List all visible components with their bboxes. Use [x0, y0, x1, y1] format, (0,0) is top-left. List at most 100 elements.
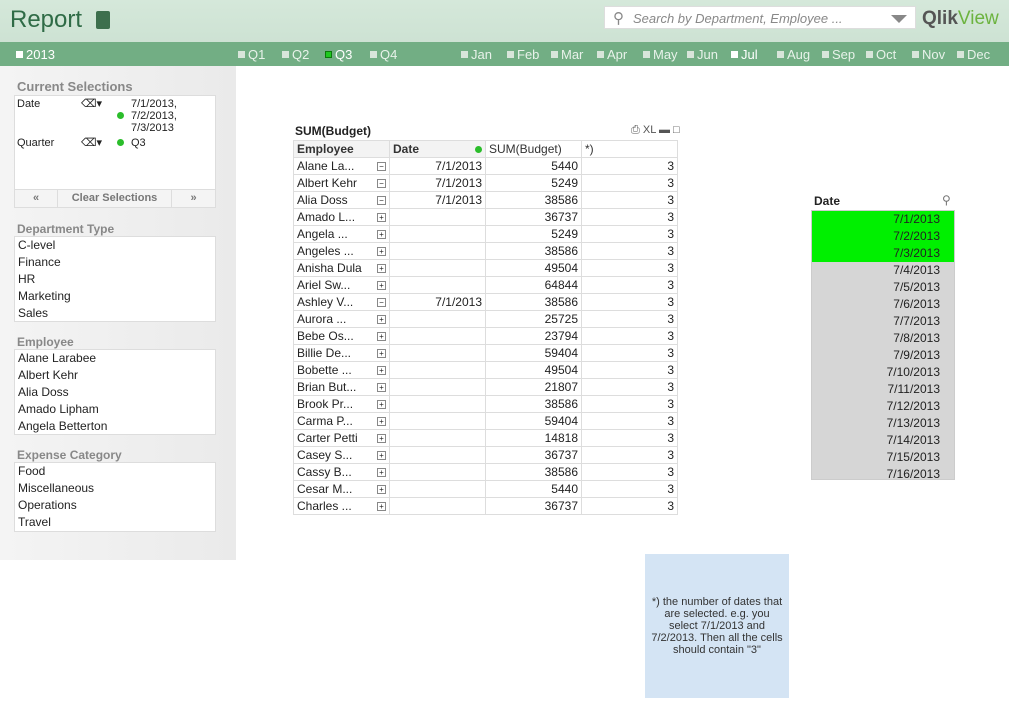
search-icon[interactable]: ⚲	[942, 193, 951, 207]
quarter-q1[interactable]: Q1	[238, 47, 265, 62]
expand-icon[interactable]: +	[377, 417, 386, 426]
date-list-item[interactable]: 7/11/2013	[812, 381, 954, 398]
list-item[interactable]: Food	[15, 463, 215, 480]
expand-icon[interactable]: +	[377, 434, 386, 443]
employee-cell: Brook Pr... +	[293, 395, 390, 413]
budget-cell: 38586	[485, 242, 582, 260]
count-cell: 3	[581, 344, 678, 362]
date-list-item[interactable]: 7/13/2013	[812, 415, 954, 432]
date-list-item[interactable]: 7/12/2013	[812, 398, 954, 415]
list-item[interactable]: HR	[15, 271, 215, 288]
month-jul[interactable]: Jul	[731, 47, 758, 62]
collapse-icon[interactable]: −	[377, 196, 386, 205]
next-button[interactable]: »	[172, 190, 215, 207]
column-header[interactable]: SUM(Budget)	[485, 140, 582, 158]
list-item[interactable]: Amado Lipham	[15, 401, 215, 418]
quarter-q3[interactable]: Q3	[325, 47, 352, 62]
list-item[interactable]: Marketing	[15, 288, 215, 305]
month-nov[interactable]: Nov	[912, 47, 945, 62]
expand-icon[interactable]: +	[377, 213, 386, 222]
list-item[interactable]: Alia Doss	[15, 384, 215, 401]
date-list-item[interactable]: 7/15/2013	[812, 449, 954, 466]
list-item[interactable]: Albert Kehr	[15, 367, 215, 384]
quarter-q2[interactable]: Q2	[282, 47, 309, 62]
eraser-icon[interactable]: ⌫▾	[81, 97, 102, 110]
month-aug[interactable]: Aug	[777, 47, 810, 62]
month-jun[interactable]: Jun	[687, 47, 718, 62]
dropdown-arrow-icon[interactable]	[891, 15, 907, 23]
count-cell: 3	[581, 480, 678, 498]
date-list-item[interactable]: 7/6/2013	[812, 296, 954, 313]
date-list-item[interactable]: 7/16/2013	[812, 466, 954, 479]
expand-icon[interactable]: +	[377, 281, 386, 290]
expense-category-title: Expense Category	[17, 448, 122, 462]
minimize-icon[interactable]: ▬	[659, 124, 670, 136]
employee-cell: Alane La... −	[293, 157, 390, 175]
excel-export-button[interactable]: XL	[643, 124, 656, 136]
date-list-item[interactable]: 7/14/2013	[812, 432, 954, 449]
budget-cell: 36737	[485, 208, 582, 226]
list-item[interactable]: Angela Betterton	[15, 418, 215, 435]
month-feb[interactable]: Feb	[507, 47, 539, 62]
expand-icon[interactable]: +	[377, 485, 386, 494]
month-sep[interactable]: Sep	[822, 47, 855, 62]
date-cell	[389, 446, 486, 464]
date-list-item[interactable]: 7/9/2013	[812, 347, 954, 364]
month-may[interactable]: May	[643, 47, 678, 62]
budget-cell: 49504	[485, 259, 582, 277]
table-row: Aurora ... + 25725 3	[293, 310, 678, 328]
expand-icon[interactable]: +	[377, 400, 386, 409]
date-list-item[interactable]: 7/7/2013	[812, 313, 954, 330]
expand-icon[interactable]: +	[377, 332, 386, 341]
date-list-item[interactable]: 7/4/2013	[812, 262, 954, 279]
expand-icon[interactable]: +	[377, 502, 386, 511]
budget-cell: 14818	[485, 429, 582, 447]
expand-icon[interactable]: +	[377, 264, 386, 273]
column-header[interactable]: Employee	[293, 140, 390, 158]
table-row: Cassy B... + 38586 3	[293, 463, 678, 481]
count-cell: 3	[581, 225, 678, 243]
month-apr[interactable]: Apr	[597, 47, 627, 62]
date-list-item[interactable]: 7/3/2013	[812, 245, 954, 262]
month-oct[interactable]: Oct	[866, 47, 896, 62]
date-cell	[389, 395, 486, 413]
list-item[interactable]: Finance	[15, 254, 215, 271]
year-2013[interactable]: 2013	[16, 47, 55, 62]
list-item[interactable]: C-level	[15, 237, 215, 254]
search-input[interactable]: ⚲ Search by Department, Employee ...	[604, 6, 916, 29]
collapse-icon[interactable]: −	[377, 179, 386, 188]
column-header[interactable]: *)	[581, 140, 678, 158]
date-list-item[interactable]: 7/2/2013	[812, 228, 954, 245]
collapse-icon[interactable]: −	[377, 298, 386, 307]
quarter-q4[interactable]: Q4	[370, 47, 397, 62]
expand-icon[interactable]: +	[377, 315, 386, 324]
eraser-icon[interactable]: ⌫▾	[81, 136, 102, 149]
prev-button[interactable]: «	[15, 190, 58, 207]
list-item[interactable]: Miscellaneous	[15, 480, 215, 497]
date-list-item[interactable]: 7/1/2013	[812, 211, 954, 228]
list-item[interactable]: Travel	[15, 514, 215, 531]
list-item[interactable]: Alane Larabee	[15, 350, 215, 367]
clear-selections-button[interactable]: Clear Selections	[58, 190, 172, 207]
expand-icon[interactable]: +	[377, 468, 386, 477]
maximize-icon[interactable]: □	[673, 124, 680, 136]
expand-icon[interactable]: +	[377, 247, 386, 256]
document-icon[interactable]	[96, 11, 110, 29]
expand-icon[interactable]: +	[377, 451, 386, 460]
date-list-item[interactable]: 7/10/2013	[812, 364, 954, 381]
expand-icon[interactable]: +	[377, 366, 386, 375]
month-jan[interactable]: Jan	[461, 47, 492, 62]
month-dec[interactable]: Dec	[957, 47, 990, 62]
collapse-icon[interactable]: −	[377, 162, 386, 171]
selected-dot-icon	[117, 139, 124, 146]
list-item[interactable]: Operations	[15, 497, 215, 514]
date-list-item[interactable]: 7/5/2013	[812, 279, 954, 296]
column-header[interactable]: Date	[389, 140, 486, 158]
expand-icon[interactable]: +	[377, 230, 386, 239]
print-icon[interactable]: ⎙	[631, 124, 640, 136]
expand-icon[interactable]: +	[377, 383, 386, 392]
date-list-item[interactable]: 7/8/2013	[812, 330, 954, 347]
list-item[interactable]: Sales	[15, 305, 215, 322]
month-mar[interactable]: Mar	[551, 47, 583, 62]
expand-icon[interactable]: +	[377, 349, 386, 358]
